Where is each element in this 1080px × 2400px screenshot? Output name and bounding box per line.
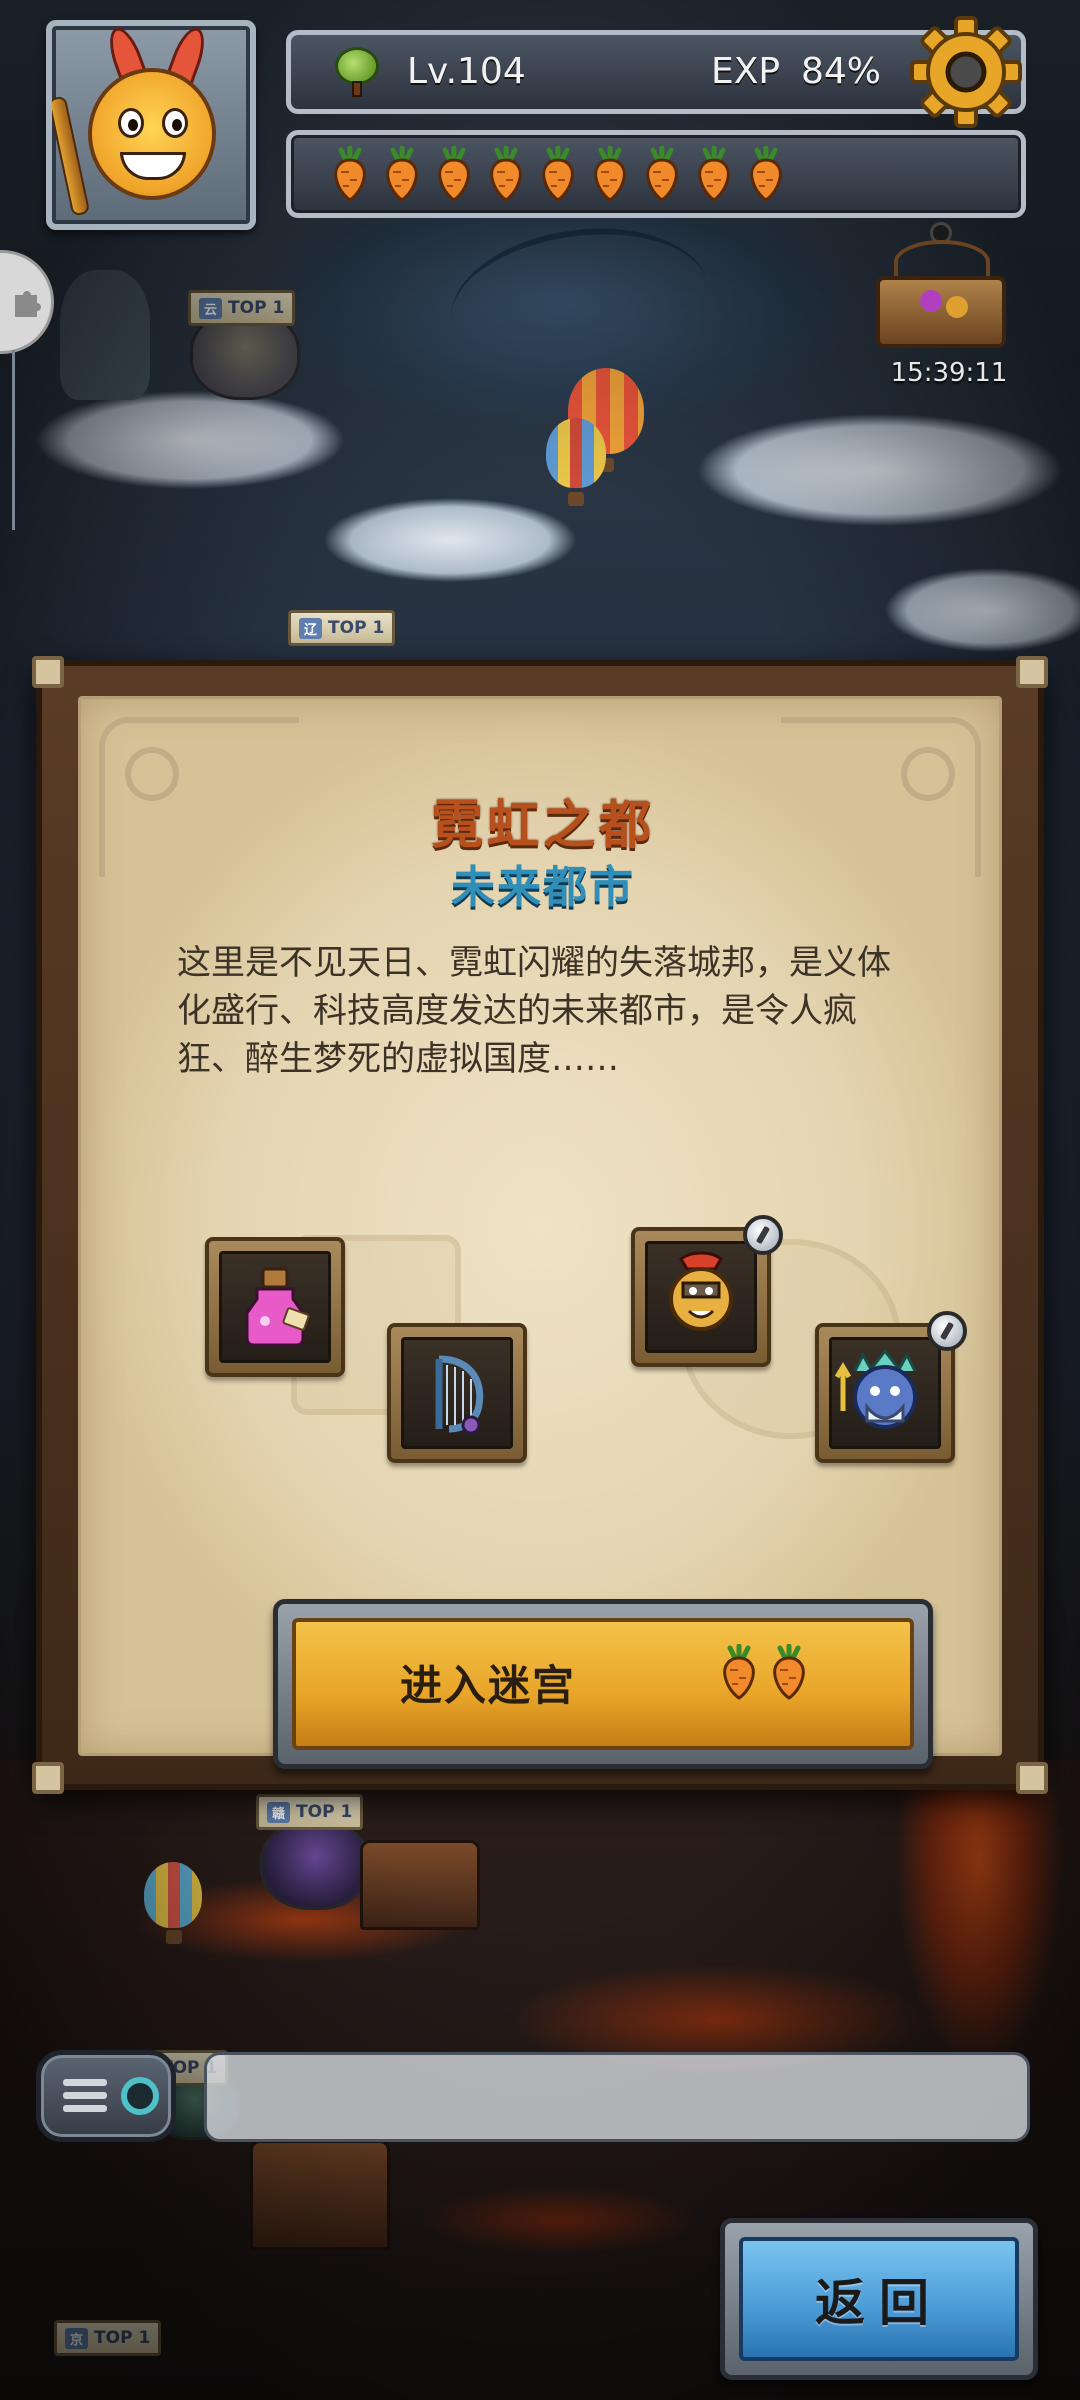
map-building <box>250 2140 390 2250</box>
potion-bottle-icon <box>245 1267 310 1347</box>
balloon-basket <box>166 1930 182 1944</box>
map-tower <box>60 270 150 400</box>
carrot-stamina-icon <box>587 145 633 202</box>
puzzle-icon <box>14 291 41 317</box>
zone-subtitle: 未来都市 <box>451 862 635 913</box>
carrot-stamina-icon <box>691 145 737 202</box>
carrot-stamina-icon <box>743 145 789 202</box>
avatar-eye <box>162 108 188 138</box>
map-rank-badge: 赣 TOP 1 <box>256 1794 364 1830</box>
tree-trunk <box>352 81 362 97</box>
chat-message-field[interactable] <box>204 2052 1030 2142</box>
chat-radio-icon <box>121 2077 159 2115</box>
balloon-basket <box>568 492 584 506</box>
tree-level-icon <box>331 47 383 99</box>
map-rank-badge: 京 TOP 1 <box>54 2320 162 2356</box>
settings-gear-button[interactable] <box>908 14 1024 130</box>
harp-icon <box>435 1355 484 1435</box>
frame-corner <box>1016 656 1048 688</box>
button-face: 进入迷宫 <box>292 1618 914 1750</box>
carrot-stamina-icon <box>639 145 685 202</box>
reward-slot-hero-poseidon[interactable] <box>815 1311 967 1463</box>
hot-air-balloon <box>546 418 606 488</box>
staff-decoration <box>52 95 91 217</box>
exp-label: EXP <box>711 51 781 92</box>
treasure-chest-icon <box>876 276 1006 348</box>
stamina-carrot-bar <box>286 130 1026 218</box>
chat-toggle-button[interactable] <box>36 2050 176 2142</box>
dialog-parchment: 霓虹之都 未来都市 这里是不见天日、霓虹闪耀的失落城邦，是义体化盛行、科技高度发… <box>78 696 1002 1769</box>
carrot-stamina-icon <box>431 145 477 202</box>
frame-corner <box>32 656 64 688</box>
monkey-king-avatar-icon <box>88 68 216 200</box>
frame-corner <box>32 1762 64 1794</box>
slot-inner <box>645 1241 757 1353</box>
avatar-mouth <box>120 152 186 180</box>
carrot-stamina-icon <box>535 145 581 202</box>
player-level: Lv.104 <box>407 51 526 92</box>
map-rank-badge: 云 TOP 1 <box>188 290 296 326</box>
back-button[interactable]: 返回 <box>720 2218 1038 2380</box>
chest-timer: 15:39:11 <box>890 358 1008 388</box>
gem <box>920 290 942 312</box>
enter-maze-button[interactable]: 进入迷宫 <box>273 1599 933 1769</box>
gem <box>946 296 968 318</box>
zone-info-dialog: 霓虹之都 未来都市 这里是不见天日、霓虹闪耀的失落城邦，是义体化盛行、科技高度发… <box>32 656 1048 1794</box>
reward-slot-hero-spartan[interactable] <box>631 1215 783 1367</box>
reward-slot-harp[interactable] <box>387 1323 527 1463</box>
side-divider <box>12 350 15 530</box>
enter-maze-label: 进入迷宫 <box>400 1661 577 1710</box>
back-label: 返回 <box>815 2274 943 2332</box>
button-face: 返回 <box>739 2237 1019 2361</box>
player-avatar[interactable] <box>46 20 256 230</box>
carrot-stamina-icon <box>327 145 373 202</box>
enter-cost-carrots <box>716 1643 812 1700</box>
spartan-hero-icon <box>669 1251 733 1331</box>
hot-air-balloon <box>144 1862 202 1928</box>
frame-corner <box>1016 1762 1048 1794</box>
avatar-eye <box>118 108 144 138</box>
map-building <box>360 1840 480 1930</box>
map-boss-creature[interactable] <box>260 1820 370 1910</box>
slot-inner <box>219 1251 331 1363</box>
exp-percentage: 84% <box>801 51 882 92</box>
chat-line <box>63 2105 107 2112</box>
carrot-cost-icon <box>716 1643 762 1700</box>
zone-title: 霓虹之都 <box>430 796 655 856</box>
map-rank-badge: 辽 TOP 1 <box>288 610 396 646</box>
carrot-cost-icon <box>766 1643 812 1700</box>
zone-description: 这里是不见天日、霓虹闪耀的失落城邦，是义体化盛行、科技高度发达的未来都市，是令人… <box>177 943 891 1079</box>
timed-chest-widget[interactable]: 15:39:11 <box>862 222 1022 388</box>
tree-crown <box>335 47 379 85</box>
info-icon[interactable] <box>927 1311 967 1351</box>
carrot-stamina-icon <box>379 145 425 202</box>
slot-inner <box>401 1337 513 1449</box>
chat-lines-icon <box>63 2079 107 2118</box>
slot-inner <box>829 1337 941 1449</box>
info-icon[interactable] <box>743 1215 783 1255</box>
carrot-stamina-icon <box>483 145 529 202</box>
chat-line <box>63 2079 107 2086</box>
reward-slot-potion[interactable] <box>205 1237 345 1377</box>
chat-line <box>63 2092 107 2099</box>
poseidon-hero-icon <box>834 1348 917 1429</box>
gear-icon <box>910 16 1022 128</box>
